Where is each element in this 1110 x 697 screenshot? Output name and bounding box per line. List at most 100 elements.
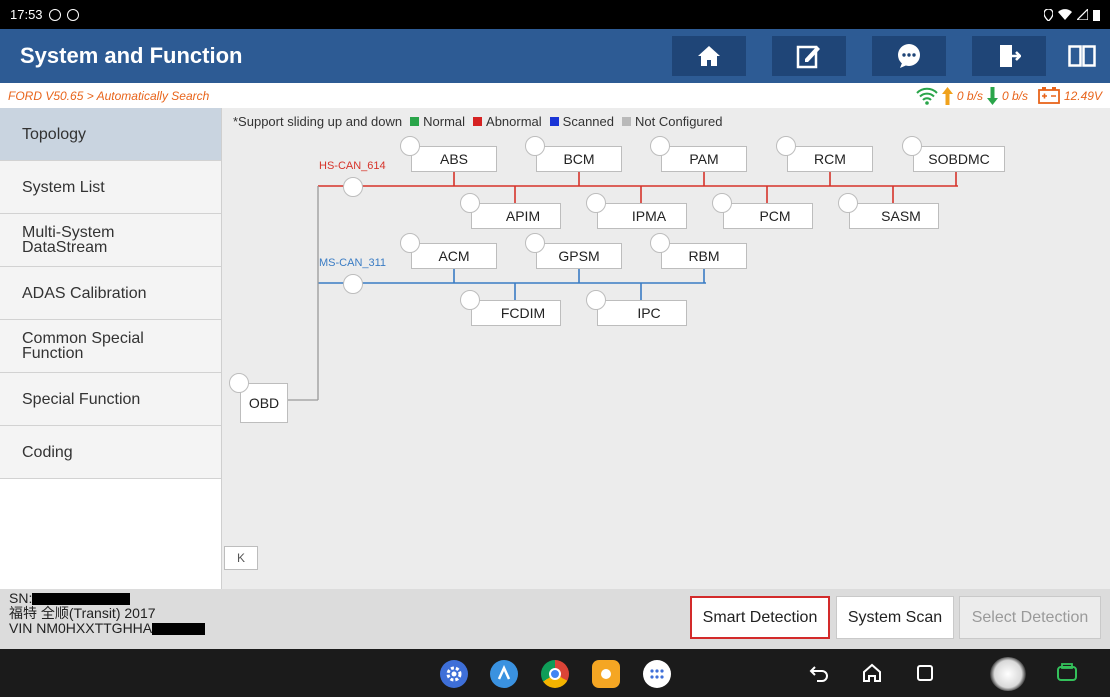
module-gpsm[interactable]: GPSM [525,233,622,269]
sidebar-item-label: Coding [22,443,73,461]
battery-icon [1093,9,1100,21]
exit-button[interactable] [972,36,1046,76]
breadcrumb-row: FORD V50.65 > Automatically Search 0 b/s… [0,83,1110,108]
module-sobdmc[interactable]: SOBDMC [902,136,1005,172]
sidebar-item-label: Multi-System DataStream [22,224,115,256]
sidebar-item-label: ADAS Calibration [22,284,147,302]
upload-arrow-icon [941,86,953,105]
module-status-indicator [650,136,670,156]
browser-app-icon[interactable] [490,660,518,688]
gallery-app-icon[interactable] [990,657,1026,691]
hs-can-label: HS-CAN_614 [319,160,386,172]
module-status-indicator [400,233,420,253]
sidebar-item-system-list[interactable]: System List [0,161,221,214]
navigation-bar [0,649,1110,697]
module-status-indicator [460,290,480,310]
module-status-indicator [712,193,732,213]
screen: 17:53 System and Function FORD V50.65 > … [0,0,1110,697]
module-acm[interactable]: ACM [400,233,497,269]
signal-icon [1077,9,1088,20]
module-rcm[interactable]: RCM [776,136,873,172]
feedback-button[interactable] [872,36,946,76]
split-view-button[interactable] [1060,36,1104,76]
topology-canvas[interactable]: *Support sliding up and down Normal Abno… [223,108,1110,589]
breadcrumb: FORD V50.65 > Automatically Search [8,88,210,103]
home-icon [698,46,720,66]
split-view-icon [1068,45,1096,67]
module-status-indicator [525,136,545,156]
module-abs[interactable]: ABS [400,136,497,172]
battery-voltage: 12.49V [1063,88,1102,103]
ms-can-node[interactable] [343,274,363,294]
sidebar-item-multi-system-datastream[interactable]: Multi-System DataStream [0,214,221,267]
system-scan-button[interactable]: System Scan [836,596,954,639]
sidebar-item-topology[interactable]: Topology [0,108,221,161]
module-status-indicator [776,136,796,156]
smart-detection-button[interactable]: Smart Detection [690,596,830,639]
app-drawer-icon[interactable] [643,660,671,688]
module-status-indicator [586,290,606,310]
home-button[interactable] [672,36,746,76]
sidebar-item-special-function[interactable]: Special Function [0,373,221,426]
vehicle-info: SN: 福特 全顺(Transit) 2017 VIN NM0HXXTTGHHA [9,590,206,636]
module-pcm[interactable]: PCM [712,193,813,229]
obd-status-indicator [229,373,249,393]
settings-app-icon[interactable] [440,660,468,688]
sidebar-item-label: Topology [22,125,87,143]
network-status: 0 b/s 0 b/s 12.49V [916,86,1102,105]
sidebar: Topology System List Multi-System DataSt… [0,108,222,589]
download-arrow-icon [986,86,998,105]
chat-icon [898,44,920,68]
module-fcdim[interactable]: FCDIM [460,290,561,326]
select-detection-button[interactable]: Select Detection [959,596,1101,639]
sidebar-item-common-special-function[interactable]: Common Special Function [0,320,221,373]
vci-connector-icon[interactable] [1056,662,1078,684]
title-bar: System and Function [0,29,1110,83]
module-status-indicator [838,193,858,213]
sidebar-item-label: Special Function [22,390,141,408]
exit-icon [1000,45,1021,67]
sidebar-item-adas-calibration[interactable]: ADAS Calibration [0,267,221,320]
vehicle-model: 福特 全顺(Transit) 2017 [9,605,156,621]
serial-redaction [32,593,131,606]
module-status-indicator [650,233,670,253]
module-sasm[interactable]: SASM [838,193,939,229]
module-ipma[interactable]: IPMA [586,193,687,229]
module-bcm[interactable]: BCM [525,136,622,172]
edit-report-icon [796,45,820,69]
settings-notification-icon [66,8,79,21]
hs-can-node[interactable] [343,177,363,197]
module-rbm[interactable]: RBM [650,233,747,269]
module-apim[interactable]: APIM [460,193,561,229]
download-speed: 0 b/s [1001,88,1028,103]
chrome-app-icon[interactable] [541,660,569,688]
module-ipc[interactable]: IPC [586,290,687,326]
module-status-indicator [460,193,480,213]
module-status-indicator [586,193,606,213]
module-status-indicator [525,233,545,253]
wifi-icon [916,87,938,105]
module-pam[interactable]: PAM [650,136,747,172]
page-title: System and Function [20,43,243,68]
back-icon[interactable] [808,662,830,684]
serial-label: SN: [9,590,33,606]
status-bar: 17:53 [0,0,1110,29]
camera-app-icon[interactable] [592,660,620,688]
home-nav-icon[interactable] [861,662,883,684]
sidebar-item-label: System List [22,178,105,196]
wifi-status-icon [1058,9,1072,20]
battery-voltage-icon [1038,87,1060,104]
sidebar-item-label: Common Special Function [22,330,144,362]
bottom-bar: SN: 福特 全顺(Transit) 2017 VIN NM0HXXTTGHHA… [0,589,1110,649]
sidebar-item-coding[interactable]: Coding [0,426,221,479]
recent-apps-icon[interactable] [914,662,936,684]
message-icon [48,8,61,21]
vin-label: VIN NM0HXXTTGHHA [9,620,153,636]
report-button[interactable] [772,36,846,76]
location-icon [1044,8,1053,21]
clock: 17:53 [10,7,43,22]
module-status-indicator [400,136,420,156]
vin-redaction [152,623,206,636]
collapse-sidebar-button[interactable]: K [224,546,258,570]
obd-connector[interactable]: OBD [229,373,288,423]
